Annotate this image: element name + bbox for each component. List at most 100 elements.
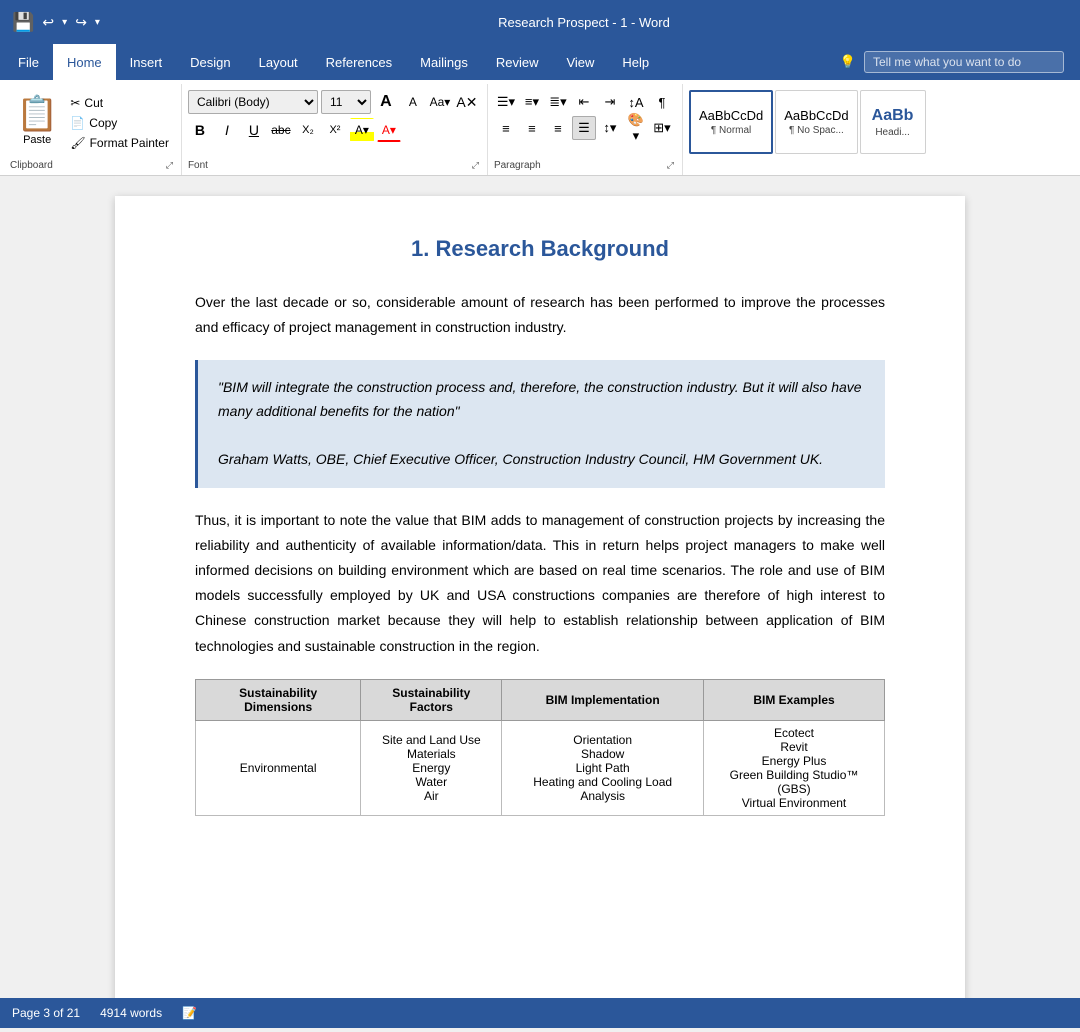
menu-view[interactable]: View xyxy=(552,44,608,80)
style-nospace-label: ¶ No Spac... xyxy=(789,125,844,136)
font-size-select[interactable]: 11 xyxy=(321,90,371,114)
format-painter-icon: 🖌 xyxy=(70,136,85,150)
font-row2: B I U abc X₂ X² A▾ A▾ xyxy=(188,118,479,142)
quote-attribution: Graham Watts, OBE, Chief Executive Offic… xyxy=(218,448,865,472)
sort-button[interactable]: ↕A xyxy=(624,90,648,114)
copy-label: Copy xyxy=(89,116,117,130)
tell-me-input[interactable] xyxy=(864,51,1064,73)
menu-review[interactable]: Review xyxy=(482,44,553,80)
numbering-button[interactable]: ≡▾ xyxy=(520,90,544,114)
superscript-button[interactable]: X² xyxy=(323,118,347,142)
cut-button[interactable]: ✂ Cut xyxy=(66,94,173,112)
align-center-button[interactable]: ≡ xyxy=(520,116,544,140)
show-hide-button[interactable]: ¶ xyxy=(650,90,674,114)
document-page[interactable]: 1. Research Background Over the last dec… xyxy=(115,196,965,998)
table-row: Environmental Site and Land UseMaterials… xyxy=(196,720,885,815)
bullets-button[interactable]: ☰▾ xyxy=(494,90,518,114)
cut-icon: ✂ xyxy=(70,96,80,110)
menu-mailings[interactable]: Mailings xyxy=(406,44,482,80)
table-header-row: Sustainability Dimensions Sustainability… xyxy=(196,679,885,720)
style-nospace-button[interactable]: AaBbCcDd ¶ No Spac... xyxy=(775,90,857,154)
font-row1: Calibri (Body) 11 A A Aa▾ A✕ xyxy=(188,90,479,114)
format-painter-button[interactable]: 🖌 Format Painter xyxy=(66,134,173,152)
decrease-indent-button[interactable]: ⇤ xyxy=(572,90,596,114)
save-icon[interactable]: 💾 xyxy=(12,12,34,33)
clear-formatting-button[interactable]: A✕ xyxy=(455,90,479,114)
document-area: 1. Research Background Over the last dec… xyxy=(0,176,1080,998)
undo-dropdown[interactable]: ▾ xyxy=(62,17,67,28)
style-normal-label: ¶ Normal xyxy=(711,125,751,136)
paste-button[interactable]: 📋 Paste xyxy=(10,90,64,150)
format-painter-label: Format Painter xyxy=(90,136,169,150)
justify-button[interactable]: ☰ xyxy=(572,116,596,140)
multilevel-list-button[interactable]: ≣▾ xyxy=(546,90,570,114)
grow-font-button[interactable]: A xyxy=(374,90,398,114)
clipboard-group-label: Clipboard ⤢ xyxy=(10,157,173,173)
copy-icon: 📄 xyxy=(70,116,85,130)
font-expand-icon[interactable]: ⤢ xyxy=(472,160,479,171)
clipboard-right: ✂ Cut 📄 Copy 🖌 Format Painter xyxy=(66,90,173,152)
col-header-bim-impl: BIM Implementation xyxy=(502,679,704,720)
change-case-button[interactable]: Aa▾ xyxy=(428,90,452,114)
tell-me-lightbulb-icon: 💡 xyxy=(840,54,856,70)
word-count: 4914 words xyxy=(100,1006,162,1020)
align-right-button[interactable]: ≡ xyxy=(546,116,570,140)
undo-button[interactable]: ↩ xyxy=(42,14,54,31)
bold-button[interactable]: B xyxy=(188,118,212,142)
title-bar-left: 💾 ↩ ▾ ↪ ▾ xyxy=(12,12,100,33)
document-heading: 1. Research Background xyxy=(195,236,885,262)
page-info: Page 3 of 21 xyxy=(12,1006,80,1020)
style-heading-button[interactable]: AaBb Headi... xyxy=(860,90,926,154)
menu-layout[interactable]: Layout xyxy=(245,44,312,80)
col-header-bim-examples: BIM Examples xyxy=(704,679,885,720)
cut-label: Cut xyxy=(84,96,103,110)
tell-me-area: 💡 xyxy=(840,44,1076,80)
strikethrough-button[interactable]: abc xyxy=(269,118,293,142)
menu-help[interactable]: Help xyxy=(608,44,663,80)
title-bar: 💾 ↩ ▾ ↪ ▾ Research Prospect - 1 - Word xyxy=(0,0,1080,44)
styles-group: AaBbCcDd ¶ Normal AaBbCcDd ¶ No Spac... … xyxy=(683,84,943,175)
increase-indent-button[interactable]: ⇥ xyxy=(598,90,622,114)
line-spacing-button[interactable]: ↕▾ xyxy=(598,116,622,140)
quote-text: "BIM will integrate the construction pro… xyxy=(218,376,865,424)
menu-file[interactable]: File xyxy=(4,44,53,80)
cell-factors: Site and Land UseMaterialsEnergyWaterAir xyxy=(361,720,502,815)
col-header-factors: Sustainability Factors xyxy=(361,679,502,720)
menu-bar: File Home Insert Design Layout Reference… xyxy=(0,44,1080,80)
cell-dimension: Environmental xyxy=(196,720,361,815)
menu-insert[interactable]: Insert xyxy=(116,44,177,80)
borders-button[interactable]: ⊞▾ xyxy=(650,116,674,140)
font-color-button[interactable]: A▾ xyxy=(377,118,401,142)
para-row1: ☰▾ ≡▾ ≣▾ ⇤ ⇥ ↕A ¶ xyxy=(494,90,674,114)
document-quote: "BIM will integrate the construction pro… xyxy=(195,360,885,487)
redo-button[interactable]: ↪ xyxy=(75,14,87,31)
text-highlight-button[interactable]: A▾ xyxy=(350,118,374,142)
review-icon[interactable]: 📝 xyxy=(182,1006,197,1020)
menu-design[interactable]: Design xyxy=(176,44,244,80)
paste-icon: 📋 xyxy=(16,94,58,134)
align-left-button[interactable]: ≡ xyxy=(494,116,518,140)
shrink-font-button[interactable]: A xyxy=(401,90,425,114)
italic-button[interactable]: I xyxy=(215,118,239,142)
document-title: Research Prospect - 1 - Word xyxy=(100,15,1068,30)
copy-button[interactable]: 📄 Copy xyxy=(66,114,173,132)
paragraph-group: ☰▾ ≡▾ ≣▾ ⇤ ⇥ ↕A ¶ ≡ ≡ ≡ ☰ ↕▾ 🎨▾ ⊞▾ Parag… xyxy=(488,84,683,175)
font-name-select[interactable]: Calibri (Body) xyxy=(188,90,318,114)
styles-group-label: Styles xyxy=(689,157,935,173)
para-row2: ≡ ≡ ≡ ☰ ↕▾ 🎨▾ ⊞▾ xyxy=(494,116,674,140)
status-bar: Page 3 of 21 4914 words 📝 xyxy=(0,998,1080,1028)
style-normal-preview: AaBbCcDd xyxy=(699,108,763,123)
style-normal-button[interactable]: AaBbCcDd ¶ Normal xyxy=(689,90,773,154)
document-paragraph-2: Thus, it is important to note the value … xyxy=(195,508,885,659)
clipboard-expand-icon[interactable]: ⤢ xyxy=(166,160,173,171)
menu-references[interactable]: References xyxy=(312,44,406,80)
style-cards: AaBbCcDd ¶ Normal AaBbCcDd ¶ No Spac... … xyxy=(689,86,926,154)
subscript-button[interactable]: X₂ xyxy=(296,118,320,142)
underline-button[interactable]: U xyxy=(242,118,266,142)
menu-home[interactable]: Home xyxy=(53,44,116,80)
col-header-dimensions: Sustainability Dimensions xyxy=(196,679,361,720)
paragraph-expand-icon[interactable]: ⤢ xyxy=(667,160,674,171)
document-paragraph-1: Over the last decade or so, considerable… xyxy=(195,290,885,340)
paste-label: Paste xyxy=(23,134,51,146)
shading-button[interactable]: 🎨▾ xyxy=(624,116,648,140)
